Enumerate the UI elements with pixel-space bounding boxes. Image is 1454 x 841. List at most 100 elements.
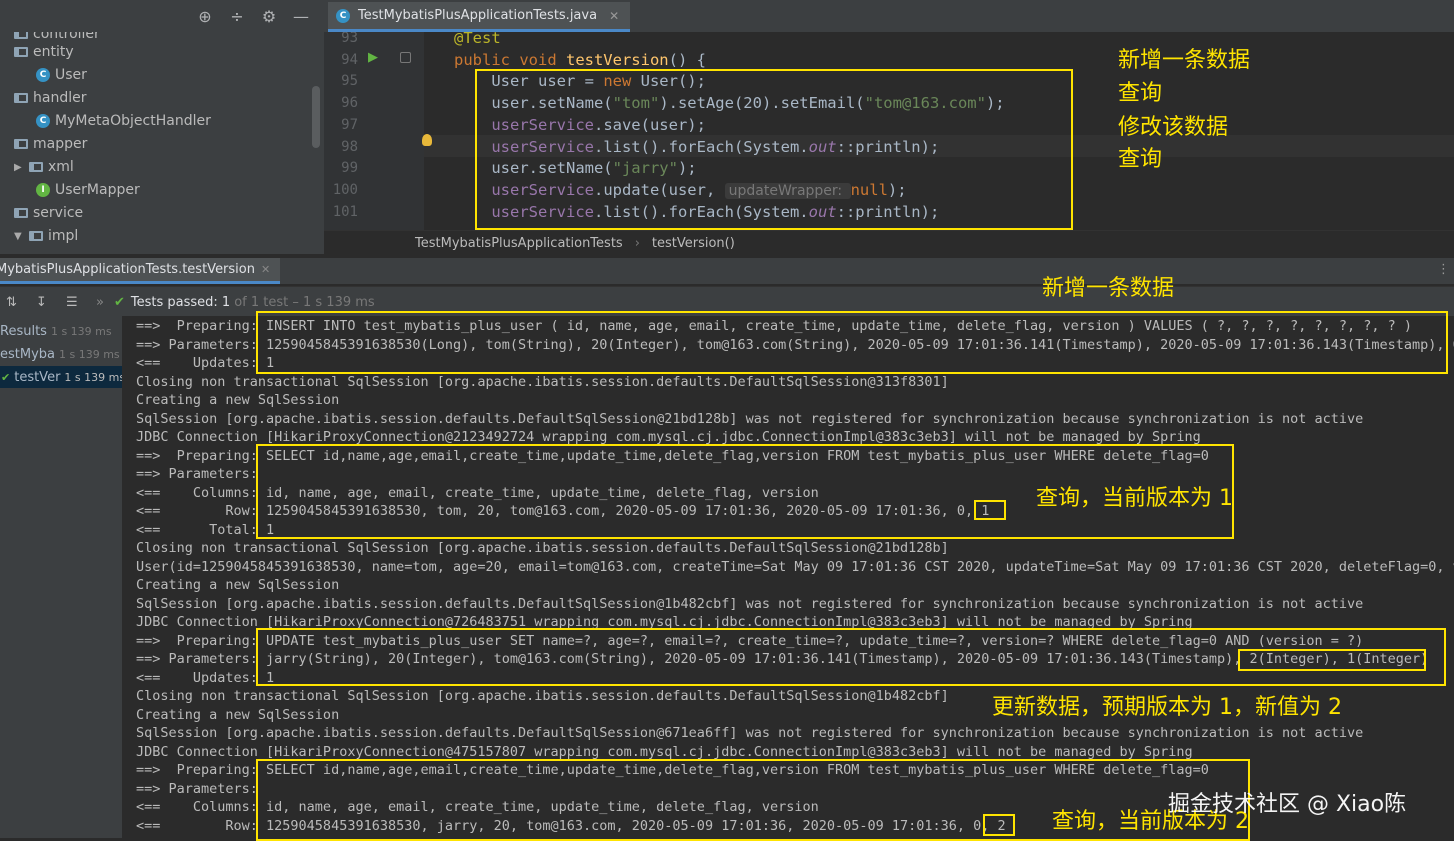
code-line: public void testVersion() { (454, 49, 706, 71)
code-token: public void (454, 50, 566, 69)
project-toolbar: ⊕ ÷ ⚙ — (196, 4, 310, 28)
line-number: 101 (332, 203, 358, 220)
test-row-time: 1 s 139 ms (50, 324, 112, 338)
code-note-query-again: 查询 (1118, 147, 1163, 172)
sort-duration-icon[interactable]: ↧ (36, 295, 54, 310)
code-note-insert: 新增一条数据 (1118, 48, 1251, 73)
top-toolbar: ⊕ ÷ ⚙ — C TestMybatisPlusApplicationTest… (0, 0, 1454, 33)
version2-highlight-box (983, 814, 1015, 836)
breadcrumb-method[interactable]: testVersion() (652, 236, 735, 251)
test-row-label: Results (0, 323, 47, 339)
breadcrumb: TestMybatisPlusApplicationTests › testVe… (324, 230, 1454, 254)
tree-item-entity[interactable]: entity (14, 42, 74, 62)
hide-icon[interactable]: — (292, 7, 310, 26)
tree-item-impl[interactable]: ▼ impl (14, 226, 78, 246)
tree-scrollbar[interactable] (312, 86, 320, 148)
tree-item-service[interactable]: service (14, 203, 83, 223)
tests-passed-detail: of 1 test – 1 s 139 ms (234, 294, 375, 310)
editor-tab[interactable]: C TestMybatisPlusApplicationTests.java ✕ (328, 2, 630, 32)
class-icon: C (36, 68, 50, 82)
editor-tab-title: TestMybatisPlusApplicationTests.java (358, 8, 598, 23)
test-row-label: testVer (14, 369, 61, 385)
console-line: Closing non transactional SqlSession [or… (136, 688, 949, 704)
code-token: @Test (454, 32, 501, 47)
insert-note: 新增一条数据 (1042, 276, 1175, 301)
test-row-method[interactable]: ✔ testVer 1 s 139 ms (0, 366, 122, 388)
insert-highlight-box (256, 311, 1448, 374)
sort-icon[interactable]: ⇅ (6, 295, 24, 310)
version-params-highlight-box (1238, 649, 1426, 671)
line-number: 97 (341, 116, 358, 133)
line-number: 100 (332, 181, 358, 198)
tree-item-label: service (33, 205, 84, 221)
test-row-results[interactable]: Results 1 s 139 ms (0, 320, 122, 342)
console-line: <== Updates: 1 (136, 355, 275, 371)
tree-item-label: User (55, 67, 87, 83)
console-line: Creating a new SqlSession (136, 706, 340, 723)
code-line: @Test (454, 32, 501, 49)
tree-item-mapper[interactable]: mapper (14, 134, 87, 154)
tree-item-label: UserMapper (55, 182, 140, 198)
folder-icon (14, 93, 28, 103)
locate-icon[interactable]: ⊕ (196, 7, 214, 26)
close-icon[interactable]: ✕ (261, 263, 270, 276)
watermark: 掘金技术社区 @ Xiao陈 (1168, 792, 1407, 817)
folder-icon (29, 162, 43, 172)
console-line: <== Updates: 1 (136, 669, 275, 686)
console-line: <== Total: 1 (136, 521, 275, 538)
tree-item-handler[interactable]: handler (14, 88, 86, 108)
more-icon[interactable]: » (96, 295, 104, 310)
console-line: SqlSession [org.apache.ibatis.session.de… (136, 725, 1364, 741)
tree-item-label: xml (48, 159, 74, 175)
lightbulb-icon[interactable] (422, 134, 432, 146)
console-line: ==> Parameters: (136, 466, 267, 482)
class-icon: C (36, 114, 50, 128)
tree-item-label: MyMetaObjectHandler (55, 113, 211, 129)
code-token: () { (668, 50, 706, 69)
run-test-icon[interactable]: ▶ (368, 50, 378, 65)
check-icon: ✔ (1, 370, 11, 384)
gear-icon[interactable]: ⚙ (260, 7, 278, 26)
breadcrumb-class[interactable]: TestMybatisPlusApplicationTests (415, 236, 623, 251)
tree-item-mymetaobjecthandler[interactable]: C MyMetaObjectHandler (36, 111, 211, 131)
select1-note: 查询，当前版本为 1 (1036, 486, 1233, 511)
tree-item-label: mapper (33, 136, 88, 152)
interface-icon: I (36, 183, 50, 197)
console-line: Creating a new SqlSession (136, 392, 340, 408)
settings-icon[interactable]: ⋮ (1437, 262, 1450, 277)
tree-item-usermapper[interactable]: I UserMapper (36, 180, 140, 200)
console-line: ==> Parameters: (136, 780, 267, 797)
test-row-label: estMyba (0, 346, 55, 362)
run-tab-bar: MybatisPlusApplicationTests.testVersion … (0, 258, 1454, 284)
console-line: Closing non transactional SqlSession [or… (136, 373, 949, 390)
fold-icon[interactable] (400, 52, 411, 63)
tests-passed-status: Tests passed: 1 (130, 294, 231, 310)
line-number: 96 (341, 95, 358, 112)
line-number: 99 (341, 160, 358, 177)
close-icon[interactable]: ✕ (609, 9, 619, 23)
chevron-down-icon[interactable]: ▼ (14, 231, 24, 242)
collapse-icon[interactable]: ÷ (228, 7, 246, 26)
test-row-time: 1 s 139 ms (64, 370, 122, 384)
run-tab[interactable]: MybatisPlusApplicationTests.testVersion … (0, 258, 281, 284)
tree-item-label: entity (33, 44, 74, 60)
tree-item-user[interactable]: C User (36, 65, 87, 85)
folder-icon (14, 32, 28, 39)
console-line: User(id=1259045845391638530, name=tom, a… (136, 558, 1454, 575)
run-tab-label: MybatisPlusApplicationTests.testVersion (0, 262, 255, 277)
tree-item-label: handler (33, 90, 87, 106)
test-row-class[interactable]: estMyba 1 s 139 ms (0, 343, 122, 365)
test-row-time: 1 s 139 ms (59, 347, 120, 361)
code-note-update: 修改该数据 (1118, 115, 1229, 140)
tree-item-xml[interactable]: ▶ xml (14, 157, 74, 177)
code-token: testVersion (565, 50, 669, 69)
folder-icon (14, 47, 28, 57)
console-line: SqlSession [org.apache.ibatis.session.de… (136, 595, 1364, 612)
line-number: 98 (341, 138, 358, 155)
chevron-right-icon[interactable]: ▶ (14, 162, 24, 173)
align-icon[interactable]: ☰ (66, 295, 84, 310)
console-line: SqlSession [org.apache.ibatis.session.de… (136, 410, 1364, 427)
folder-icon (14, 139, 28, 149)
breadcrumb-separator: › (634, 235, 640, 251)
line-number: 94 (341, 51, 358, 68)
